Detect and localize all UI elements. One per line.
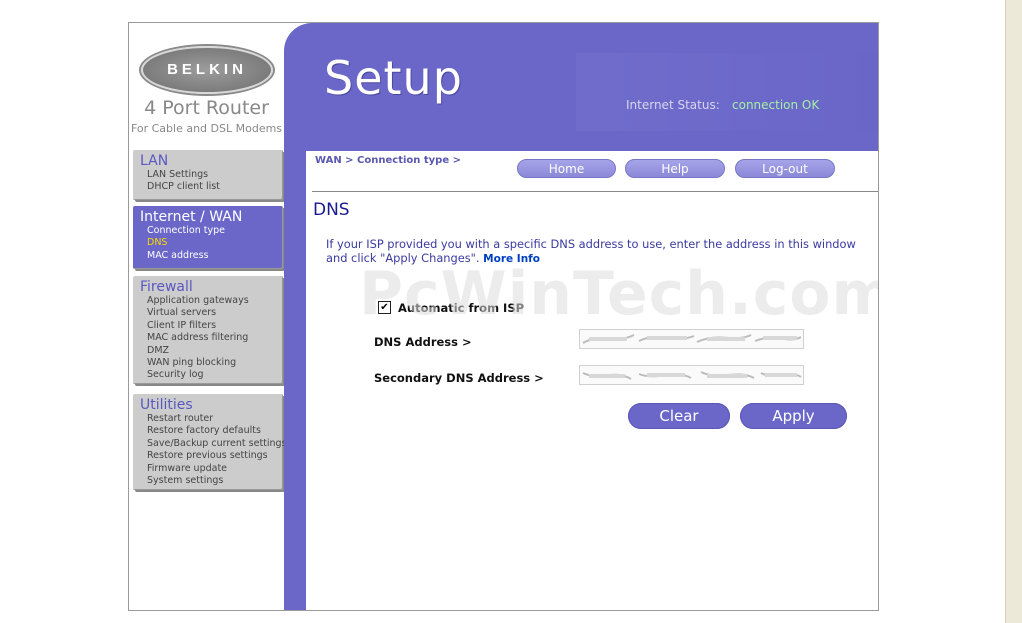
- sidebar-item-restore-factory-defaults[interactable]: Restore factory defaults: [133, 425, 283, 437]
- dns-address-label: DNS Address >: [374, 335, 472, 349]
- page-header: Setup Internet Status: connection OK: [284, 23, 878, 151]
- window-scrollbar[interactable]: [1005, 0, 1022, 623]
- intro-text: If your ISP provided you with a specific…: [326, 237, 871, 266]
- sidebar: LAN LAN Settings DHCP client list Intern…: [129, 148, 287, 610]
- automatic-from-isp-checkbox[interactable]: ✔: [378, 301, 391, 314]
- breadcrumb[interactable]: WAN > Connection type >: [315, 155, 461, 166]
- dns-address-field[interactable]: [579, 329, 804, 349]
- dns-address-input-graphic: [579, 329, 804, 349]
- internet-status-label: Internet Status:: [626, 98, 720, 112]
- home-button[interactable]: Home: [517, 159, 616, 178]
- sidebar-section-title[interactable]: Firewall: [133, 276, 283, 295]
- logo-area: BELKIN 4 Port Router For Cable and DSL M…: [129, 23, 284, 148]
- apply-changes-button[interactable]: Apply changes: [740, 403, 847, 451]
- sidebar-item-lan-settings[interactable]: LAN Settings: [133, 169, 283, 181]
- internet-status-value: connection OK: [732, 98, 820, 112]
- sidebar-item-virtual-servers[interactable]: Virtual servers: [133, 307, 283, 319]
- sidebar-item-application-gateways[interactable]: Application gateways: [133, 295, 283, 307]
- product-tagline: For Cable and DSL Modems: [130, 122, 283, 135]
- page-title: Setup: [324, 51, 463, 105]
- intro-body: If your ISP provided you with a specific…: [326, 237, 856, 265]
- sidebar-item-dmz[interactable]: DMZ: [133, 345, 283, 357]
- sidebar-item-dns[interactable]: DNS: [133, 237, 283, 249]
- secondary-dns-address-field[interactable]: [579, 365, 804, 385]
- more-info-link[interactable]: More Info: [483, 253, 540, 265]
- help-button[interactable]: Help: [625, 159, 725, 178]
- sidebar-item-mac-address[interactable]: MAC address: [133, 250, 283, 262]
- sidebar-item-mac-address-filtering[interactable]: MAC address filtering: [133, 332, 283, 344]
- sidebar-section-internet-wan: Internet / WAN Connection type DNS MAC a…: [133, 206, 283, 269]
- sidebar-item-save-backup-settings[interactable]: Save/Backup current settings: [133, 438, 287, 450]
- secondary-dns-input-graphic: [579, 365, 804, 385]
- sidebar-item-restart-router[interactable]: Restart router: [133, 413, 283, 425]
- automatic-from-isp-label: Automatic from ISP: [398, 301, 525, 315]
- clear-changes-button[interactable]: Clear changes: [628, 403, 730, 451]
- router-admin-frame: BELKIN 4 Port Router For Cable and DSL M…: [128, 22, 879, 611]
- divider: [312, 191, 878, 192]
- belkin-logo: BELKIN: [141, 46, 273, 94]
- sidebar-divider-strip: [284, 148, 306, 610]
- status-panel: [576, 53, 878, 131]
- sidebar-item-system-settings[interactable]: System settings: [133, 475, 283, 487]
- sidebar-section-title[interactable]: Internet / WAN: [133, 206, 283, 225]
- section-title: DNS: [313, 200, 350, 220]
- logout-button[interactable]: Log-out: [735, 159, 835, 178]
- sidebar-item-dhcp-client-list[interactable]: DHCP client list: [133, 181, 283, 193]
- sidebar-item-firmware-update[interactable]: Firmware update: [133, 463, 283, 475]
- sidebar-section-lan: LAN LAN Settings DHCP client list: [133, 150, 283, 200]
- sidebar-section-title[interactable]: Utilities: [133, 394, 283, 413]
- sidebar-section-title[interactable]: LAN: [133, 150, 283, 169]
- sidebar-section-utilities: Utilities Restart router Restore factory…: [133, 394, 287, 490]
- sidebar-item-security-log[interactable]: Security log: [133, 369, 283, 381]
- main-content: WAN > Connection type > Home Help Log-ou…: [306, 151, 878, 610]
- secondary-dns-address-label: Secondary DNS Address >: [374, 371, 544, 385]
- sidebar-item-client-ip-filters[interactable]: Client IP filters: [133, 320, 283, 332]
- sidebar-section-firewall: Firewall Application gateways Virtual se…: [133, 276, 283, 384]
- sidebar-item-wan-ping-blocking[interactable]: WAN ping blocking: [133, 357, 283, 369]
- sidebar-item-connection-type[interactable]: Connection type: [133, 225, 283, 237]
- product-name: 4 Port Router: [144, 97, 269, 119]
- sidebar-item-restore-previous-settings[interactable]: Restore previous settings: [133, 450, 283, 462]
